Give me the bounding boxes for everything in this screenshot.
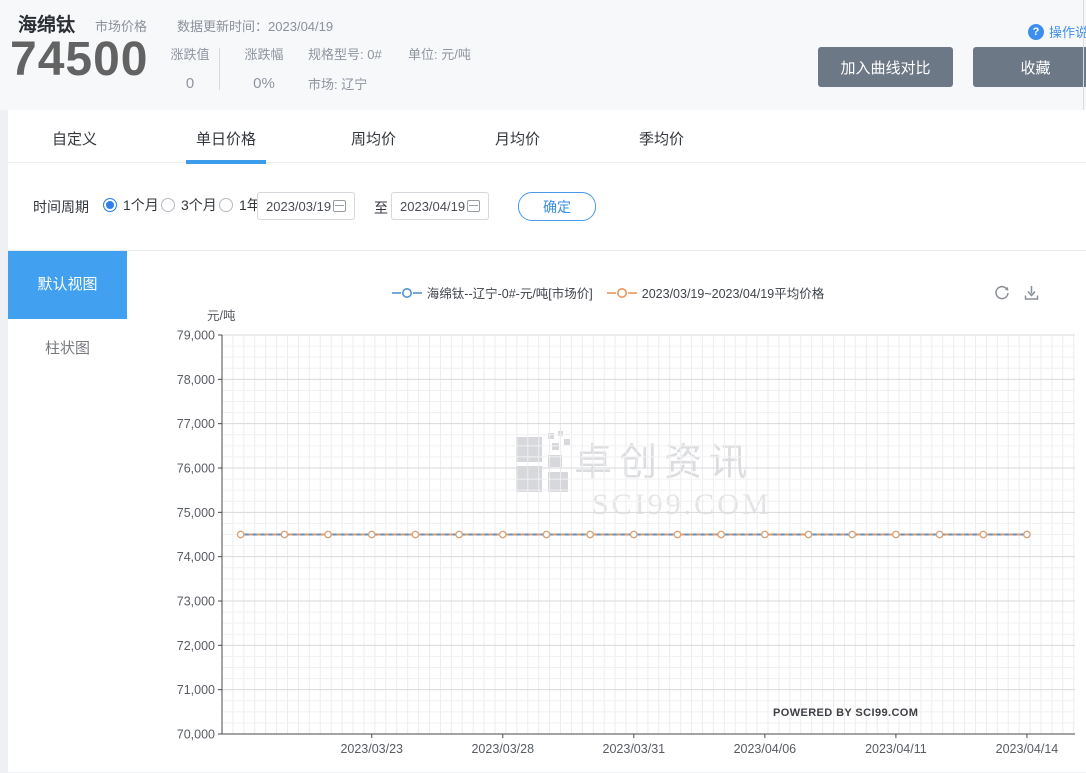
data-point-marker (718, 531, 724, 537)
data-point-marker (587, 531, 593, 537)
change-value: 0 (164, 75, 216, 92)
svg-text:70,000: 70,000 (177, 728, 215, 742)
data-point-marker (281, 531, 287, 537)
data-point-marker (412, 531, 418, 537)
help-link[interactable]: ? 操作说明 (1028, 22, 1086, 41)
radio-1month-label: 1个月 (123, 195, 159, 215)
data-point-marker (674, 531, 680, 537)
radio-1year[interactable]: 1年 (219, 195, 261, 215)
sidebar-item-default-view[interactable]: 默认视图 (8, 251, 127, 319)
legend-item-average[interactable]: 2023/03/19~2023/04/19平均价格 (607, 283, 824, 302)
data-point-marker (893, 531, 899, 537)
refresh-icon[interactable] (993, 284, 1011, 302)
end-date-input[interactable]: 2023/04/19 (391, 192, 489, 220)
legend-line-circle-icon (607, 287, 637, 299)
svg-text:2023/04/14: 2023/04/14 (996, 742, 1059, 756)
change-value-label: 涨跌值 (164, 44, 216, 63)
page-edge-line (1083, 0, 1084, 110)
help-label: 操作说明 (1049, 22, 1086, 41)
svg-text:71,000: 71,000 (177, 683, 215, 697)
add-curve-compare-button[interactable]: 加入曲线对比 (818, 47, 953, 87)
legend-item-series[interactable]: 海绵钛--辽宁-0#-元/吨[市场价] (392, 283, 593, 302)
price-chart[interactable]: 70,000 71,000 72,000 73,000 74,000 75,000 76,0… (130, 301, 1086, 773)
change-rate-label: 涨跌幅 (238, 44, 290, 63)
svg-text:75,000: 75,000 (177, 506, 215, 520)
current-price: 74500 (10, 32, 148, 87)
data-point-marker (456, 531, 462, 537)
radio-3month-icon (161, 198, 175, 212)
radio-1month[interactable]: 1个月 (103, 195, 159, 215)
unit-label: 单位: 元/吨 (408, 44, 471, 63)
update-time: 数据更新时间：2023/04/19 (177, 16, 333, 35)
tab-daily-price[interactable]: 单日价格 (196, 128, 256, 149)
spec-block: 规格型号: 0# 市场: 辽宁 (308, 44, 382, 93)
data-point-marker (1024, 531, 1030, 537)
radio-3month-label: 3个月 (181, 195, 217, 215)
change-rate: 0% (238, 75, 290, 92)
powered-by-label: POWERED BY SCI99.COM (773, 707, 918, 719)
favorite-button[interactable]: 收藏 (973, 47, 1086, 87)
start-date-input[interactable]: 2023/03/19 (257, 192, 355, 220)
svg-text:2023/03/28: 2023/03/28 (471, 742, 534, 756)
data-point-marker (980, 531, 986, 537)
data-point-marker (325, 531, 331, 537)
legend-label-average: 2023/03/19~2023/04/19平均价格 (642, 283, 824, 302)
tab-bar: 自定义 单日价格 周均价 月均价 季均价 (8, 110, 1086, 163)
svg-text:78,000: 78,000 (177, 373, 215, 387)
data-point-marker (849, 531, 855, 537)
update-time-value: 2023/04/19 (268, 19, 333, 34)
tabs-filter-card: 自定义 单日价格 周均价 月均价 季均价 时间周期 1个月 3个月 1年 202… (8, 110, 1086, 250)
svg-text:2023/03/23: 2023/03/23 (340, 742, 403, 756)
data-point-marker (238, 531, 244, 537)
svg-text:2023/03/31: 2023/03/31 (603, 742, 666, 756)
time-period-label: 时间周期 (33, 197, 89, 217)
tab-monthly-avg[interactable]: 月均价 (495, 128, 540, 149)
data-point-marker (936, 531, 942, 537)
svg-text:79,000: 79,000 (177, 329, 215, 343)
radio-3month[interactable]: 3个月 (161, 195, 217, 215)
svg-text:72,000: 72,000 (177, 639, 215, 653)
svg-text:76,000: 76,000 (177, 462, 215, 476)
svg-text:2023/04/06: 2023/04/06 (734, 742, 797, 756)
update-time-label: 数据更新时间： (177, 19, 268, 34)
radio-1year-icon (219, 198, 233, 212)
radio-1month-icon (103, 198, 117, 212)
sidebar-item-bar-chart[interactable]: 柱状图 (8, 334, 127, 364)
market-label: 市场: 辽宁 (308, 74, 382, 93)
svg-text:77,000: 77,000 (177, 417, 215, 431)
question-icon: ? (1028, 24, 1044, 40)
legend-label-series: 海绵钛--辽宁-0#-元/吨[市场价] (427, 283, 593, 302)
svg-text:73,000: 73,000 (177, 595, 215, 609)
header: 海绵钛 市场价格 数据更新时间：2023/04/19 74500 涨跌值 0 涨… (0, 0, 1086, 110)
start-date-value: 2023/03/19 (266, 199, 331, 214)
calendar-icon (467, 200, 480, 212)
end-date-value: 2023/04/19 (400, 199, 465, 214)
change-rate-block: 涨跌幅 0% (238, 44, 290, 92)
spec-label: 规格型号: 0# (308, 44, 382, 63)
legend-line-circle-icon (392, 287, 422, 299)
tab-custom[interactable]: 自定义 (52, 128, 97, 149)
chart-toolbar (993, 284, 1040, 302)
confirm-button[interactable]: 确定 (518, 192, 596, 221)
data-point-marker (631, 531, 637, 537)
change-value-block: 涨跌值 0 (164, 44, 216, 92)
tab-weekly-avg[interactable]: 周均价 (351, 128, 396, 149)
data-point-marker (543, 531, 549, 537)
tab-quarterly-avg[interactable]: 季均价 (639, 128, 684, 149)
download-icon[interactable] (1023, 284, 1040, 301)
chart-legend: 海绵钛--辽宁-0#-元/吨[市场价] 2023/03/19~2023/04/1… (130, 283, 1086, 302)
divider (219, 48, 220, 90)
date-range-separator: 至 (374, 198, 388, 218)
data-point-marker (500, 531, 506, 537)
calendar-icon (333, 200, 346, 212)
data-point-marker (805, 531, 811, 537)
chart-card: 默认视图 柱状图 海绵钛--辽宁-0#-元/吨[市场价] 2023/03/19~… (8, 250, 1086, 772)
svg-text:74,000: 74,000 (177, 550, 215, 564)
data-point-marker (369, 531, 375, 537)
svg-text:2023/04/11: 2023/04/11 (865, 742, 927, 756)
data-point-marker (762, 531, 768, 537)
